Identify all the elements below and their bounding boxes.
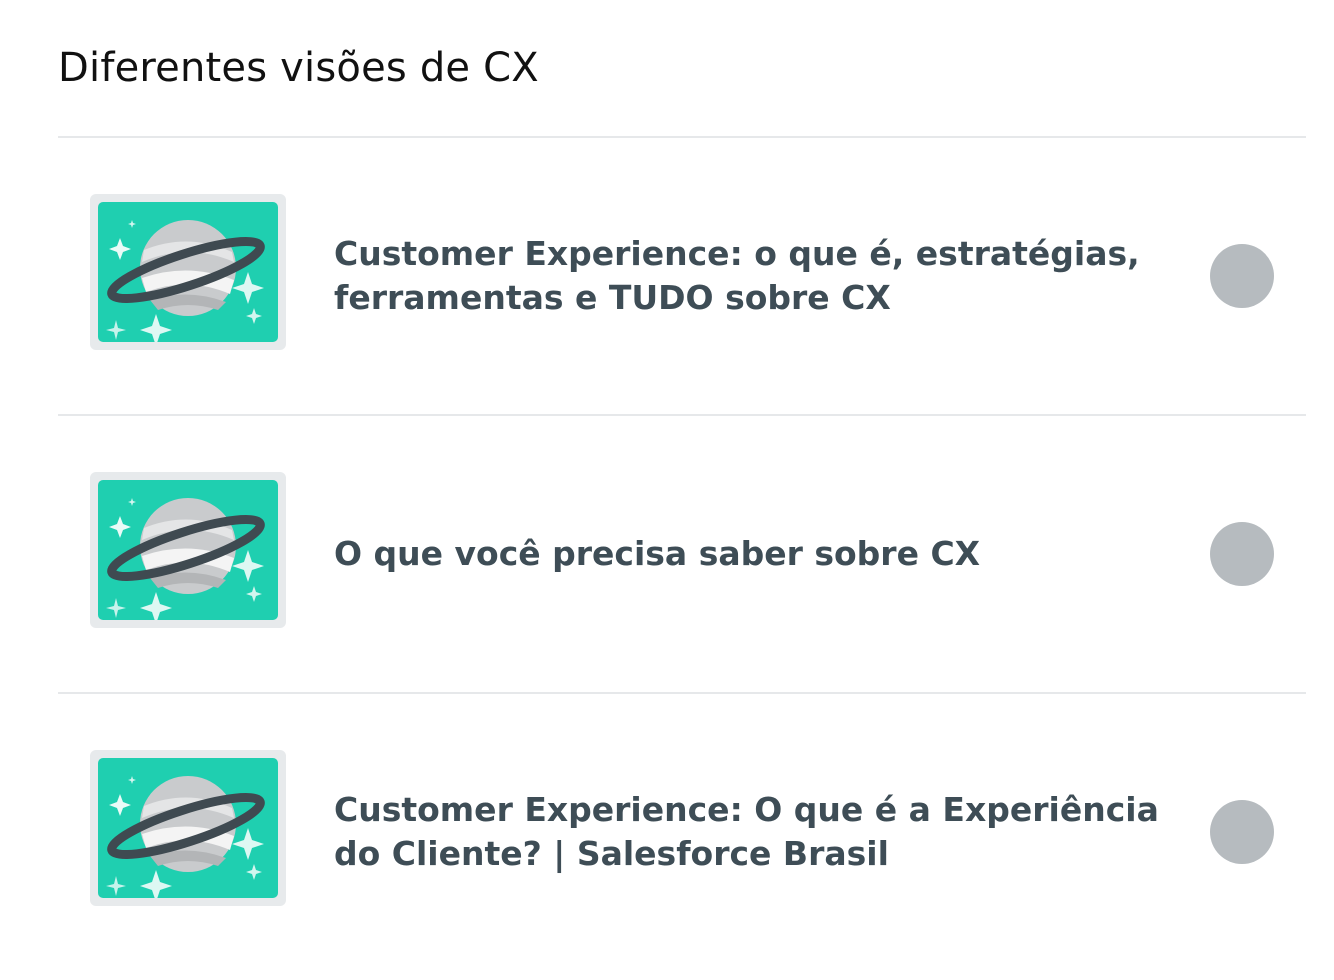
section-title: Diferentes visões de CX xyxy=(58,45,539,91)
incomplete-status-icon xyxy=(1210,800,1274,864)
resource-title[interactable]: Customer Experience: O que é a Experiênc… xyxy=(334,694,1194,970)
resource-item[interactable]: Customer Experience: o que é, estratégia… xyxy=(58,138,1306,416)
resource-thumbnail xyxy=(90,472,286,628)
resource-item[interactable]: O que você precisa saber sobre CX xyxy=(58,416,1306,694)
incomplete-status-icon xyxy=(1210,522,1274,586)
resource-title[interactable]: Customer Experience: o que é, estratégia… xyxy=(334,138,1194,414)
resource-title[interactable]: O que você precisa saber sobre CX xyxy=(334,416,1194,692)
planet-icon xyxy=(98,202,278,342)
resource-item[interactable]: Customer Experience: O que é a Experiênc… xyxy=(58,694,1306,970)
planet-icon xyxy=(98,758,278,898)
resource-thumbnail xyxy=(90,750,286,906)
resource-thumbnail xyxy=(90,194,286,350)
planet-icon xyxy=(98,480,278,620)
incomplete-status-icon xyxy=(1210,244,1274,308)
resource-list: Customer Experience: o que é, estratégia… xyxy=(58,136,1306,970)
